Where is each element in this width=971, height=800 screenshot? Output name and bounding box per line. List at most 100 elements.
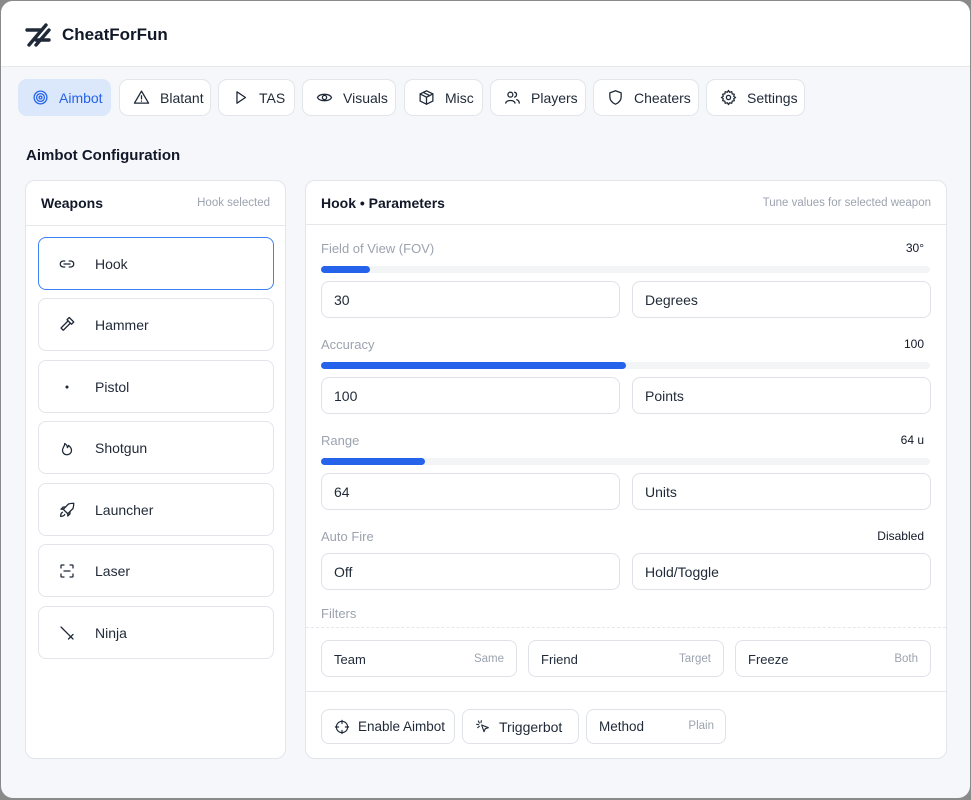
- range-input[interactable]: 64: [321, 473, 620, 510]
- hammer-icon: [60, 316, 75, 331]
- tab-players[interactable]: Players: [490, 79, 586, 116]
- tab-cheaters[interactable]: Cheaters: [593, 79, 699, 116]
- cursor-click-icon: [476, 719, 489, 732]
- tab-label: Cheaters: [634, 89, 691, 106]
- accuracy-slider[interactable]: [321, 362, 930, 369]
- parameters-panel-title: Hook • Parameters: [321, 195, 445, 211]
- fov-label: Field of View (FOV): [321, 241, 435, 256]
- filter-label: Friend: [541, 652, 578, 667]
- weapon-label: Hook: [95, 255, 128, 272]
- method-select[interactable]: Method Plain: [586, 709, 726, 744]
- actions-divider: [306, 691, 946, 692]
- shield-icon: [609, 90, 622, 105]
- weapon-label: Hammer: [95, 316, 149, 333]
- section-title: Aimbot Configuration: [26, 147, 181, 164]
- header: CheatForFun: [1, 1, 970, 67]
- triggerbot-button[interactable]: Triggerbot: [462, 709, 579, 744]
- filter-label: Freeze: [748, 652, 789, 667]
- filter-friend[interactable]: Friend Target: [528, 640, 724, 677]
- tab-misc[interactable]: Misc: [404, 79, 483, 116]
- tab-blatant[interactable]: Blatant: [119, 79, 211, 116]
- weapons-panel-title: Weapons: [41, 195, 103, 211]
- tab-label: TAS: [259, 89, 286, 106]
- fov-value-display: 30°: [905, 241, 924, 255]
- enable-aimbot-button[interactable]: Enable Aimbot: [321, 709, 455, 744]
- tab-label: Players: [531, 89, 578, 106]
- range-label: Range: [321, 433, 360, 448]
- scan-icon: [60, 563, 74, 578]
- users-icon: [505, 91, 520, 104]
- method-label: Method: [599, 719, 645, 734]
- auto-fire-mode-select[interactable]: Hold/Toggle: [632, 553, 931, 590]
- auto-fire-label: Auto Fire: [321, 529, 374, 544]
- filter-team[interactable]: Team Same: [321, 640, 517, 677]
- parameters-panel-header: Hook • Parameters Tune values for select…: [306, 181, 946, 225]
- warning-icon: [133, 90, 150, 104]
- tab-tas[interactable]: TAS: [218, 79, 295, 116]
- weapon-label: Ninja: [95, 624, 127, 641]
- tab-label: Aimbot: [59, 89, 103, 106]
- range-unit-field[interactable]: Units: [632, 473, 931, 510]
- parameters-panel: Hook • Parameters Tune values for select…: [305, 180, 947, 759]
- filter-value: Both: [894, 653, 918, 665]
- play-icon: [236, 91, 247, 104]
- flame-icon: [61, 442, 73, 455]
- link-icon: [59, 259, 75, 268]
- weapon-item-hook[interactable]: Hook: [38, 237, 274, 290]
- tab-label: Settings: [747, 89, 798, 106]
- app-window: CheatForFun Aimbot Blatant TAS Visuals M…: [1, 1, 970, 798]
- weapons-panel-header: Weapons Hook selected: [26, 181, 285, 225]
- parameters-panel-hint: Tune values for selected weapon: [762, 197, 931, 209]
- box-icon: [419, 90, 434, 105]
- crosshair-icon: [334, 719, 350, 734]
- accuracy-unit-field[interactable]: Points: [632, 377, 931, 414]
- filter-value: Same: [473, 653, 504, 665]
- range-slider-fill: [321, 458, 425, 465]
- tab-label: Visuals: [343, 89, 388, 106]
- tab-label: Misc: [445, 89, 474, 106]
- fov-slider[interactable]: [321, 266, 930, 273]
- accuracy-input[interactable]: 100: [321, 377, 620, 414]
- weapon-label: Pistol: [95, 378, 130, 395]
- method-value: Plain: [688, 720, 714, 732]
- triggerbot-label: Triggerbot: [499, 718, 563, 735]
- app-title: CheatForFun: [62, 25, 168, 44]
- weapons-panel-hint: Hook selected: [197, 197, 270, 209]
- range-value-display: 64 u: [900, 433, 924, 447]
- auto-fire-select[interactable]: Off: [321, 553, 620, 590]
- tab-settings[interactable]: Settings: [706, 79, 805, 116]
- enable-aimbot-label: Enable Aimbot: [358, 719, 446, 734]
- app-logo-icon: [25, 23, 51, 47]
- tab-visuals[interactable]: Visuals: [302, 79, 396, 116]
- filter-value: Target: [679, 653, 711, 665]
- weapon-item-hammer[interactable]: Hammer: [38, 298, 274, 351]
- rocket-icon: [59, 502, 75, 517]
- tab-aimbot[interactable]: Aimbot: [18, 79, 111, 116]
- sword-icon: [60, 625, 74, 640]
- filter-freeze[interactable]: Freeze Both: [735, 640, 931, 677]
- weapon-label: Laser: [95, 562, 131, 579]
- weapon-item-ninja[interactable]: Ninja: [38, 606, 274, 659]
- gear-icon: [720, 89, 737, 106]
- dot-icon: [65, 384, 69, 389]
- range-slider[interactable]: [321, 458, 930, 465]
- accuracy-slider-fill: [321, 362, 626, 369]
- filter-label: Team: [334, 652, 366, 667]
- weapons-panel-divider: [26, 225, 285, 226]
- fov-slider-fill: [321, 266, 370, 273]
- weapon-item-laser[interactable]: Laser: [38, 544, 274, 597]
- target-icon: [33, 90, 48, 105]
- weapons-panel: Weapons Hook selected Hook Hammer Pistol…: [25, 180, 286, 759]
- accuracy-value-display: 100: [903, 337, 924, 351]
- filters-divider: [306, 627, 946, 628]
- weapon-item-shotgun[interactable]: Shotgun: [38, 421, 274, 474]
- accuracy-label: Accuracy: [321, 337, 375, 352]
- fov-input[interactable]: 30: [321, 281, 620, 318]
- eye-icon: [316, 93, 333, 102]
- filters-label: Filters: [321, 606, 357, 621]
- weapon-item-pistol[interactable]: Pistol: [38, 360, 274, 413]
- fov-unit-field[interactable]: Degrees: [632, 281, 931, 318]
- weapon-item-launcher[interactable]: Launcher: [38, 483, 274, 536]
- weapon-label: Launcher: [95, 501, 154, 518]
- weapon-label: Shotgun: [95, 439, 148, 456]
